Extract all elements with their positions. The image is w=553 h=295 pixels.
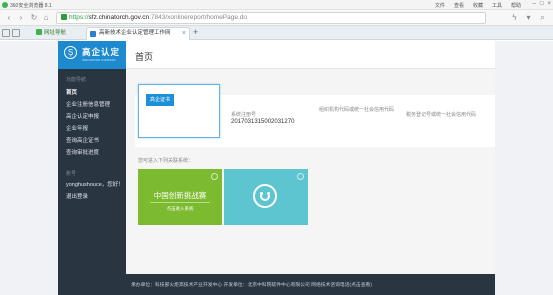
search-icon[interactable]: ⌕ xyxy=(538,13,547,22)
reg-no-value: 2017031315002031270 xyxy=(231,119,295,125)
sidebar-item-application[interactable]: 高企认定申报 xyxy=(66,112,99,120)
card-corner-icon xyxy=(297,173,304,180)
footer-text: 承办单位：科技部火炬高技术产业开发中心 开发单位：北京中科院软件中心有限公司 网… xyxy=(131,283,372,288)
favorite-icon xyxy=(36,29,42,35)
favorite-link[interactable]: 网址导航 xyxy=(36,28,66,36)
nav-group-title: 功能导航 xyxy=(66,77,87,83)
address-bar: ‹ › ↻ ⌂ https://sfz.chinatorch.gov.cn:78… xyxy=(0,10,553,26)
sidebar-item-home[interactable]: 首页 xyxy=(66,88,77,96)
smiley-icon xyxy=(253,184,277,208)
refresh-icon[interactable]: ↻ xyxy=(29,13,39,23)
card-corner-icon xyxy=(211,173,218,180)
dropdown-icon[interactable]: ▾ xyxy=(524,13,533,22)
reg-no-label: 系统注册号 xyxy=(231,112,257,118)
sidebar-item-annual-report[interactable]: 企业年报 xyxy=(66,124,88,132)
browser-title: 360安全浏览器 8.1 xyxy=(10,3,52,9)
browser-logo-icon xyxy=(2,2,8,8)
minimize-icon[interactable]: – xyxy=(533,1,536,7)
tab-title: 高新技术企业认定管理工作网 xyxy=(99,30,171,36)
menu-help[interactable]: 帮助 xyxy=(511,2,521,9)
sidebar-item-registration[interactable]: 企业注册信息管理 xyxy=(66,100,110,108)
page-footer: 承办单位：科技部火炬高技术产业开发中心 开发单位：北京中科院软件中心有限公司 网… xyxy=(126,274,495,295)
innovation-challenge-title: 中国创新挑战赛 xyxy=(153,191,207,200)
main-content: 首页 高企证书 系统注册号 2017031315002031270 组织机构代码… xyxy=(126,41,495,274)
site-favicon-icon xyxy=(90,31,96,37)
sidebar-item-progress[interactable]: 查询审批进度 xyxy=(66,148,99,156)
tab-close-icon[interactable]: × xyxy=(182,28,186,39)
url-input[interactable]: https://sfz.chinatorch.gov.cn:7843/xonli… xyxy=(56,12,486,24)
page-header: 首页 xyxy=(126,41,495,69)
back-icon[interactable]: ‹ xyxy=(4,13,14,23)
close-icon[interactable]: × xyxy=(547,1,551,7)
system-section-label: 您可进入下列关联系统： xyxy=(138,158,194,164)
logo-subtitle: INNOVATION COMPANY xyxy=(82,58,117,62)
certificate-card: 高企证书 xyxy=(138,84,220,138)
user-greeting: yonghushouce，您好！ xyxy=(66,182,124,188)
tab-active[interactable]: 高新技术企业认定管理工作网 × xyxy=(86,27,190,40)
menu-view[interactable]: 查看 xyxy=(454,2,464,9)
browser-title-bar: 360安全浏览器 8.1 文件 查看 收藏 工具 帮助 – □ × xyxy=(0,0,553,10)
tab-bar: 网址导航 高新技术企业认定管理工作网 × + xyxy=(0,26,553,40)
org-code-label: 组织机构代码或统一社会信用代码 xyxy=(319,107,395,113)
logo: Ş 高企认定 INNOVATION COMPANY xyxy=(58,41,126,69)
bookmarks-icon[interactable] xyxy=(12,29,20,37)
menu-file[interactable]: 文件 xyxy=(435,2,445,9)
logo-title: 高企认定 xyxy=(82,47,121,57)
menu-favorites[interactable]: 收藏 xyxy=(473,2,483,9)
innovation-challenge-card[interactable]: 中国创新挑战赛 点击进入系统 xyxy=(138,169,222,225)
logo-icon: Ş xyxy=(64,46,77,59)
certificate-button[interactable]: 高企证书 xyxy=(146,94,174,106)
card-divider xyxy=(150,202,210,203)
window-controls: – □ × xyxy=(533,1,551,7)
linked-system-card[interactable] xyxy=(224,169,308,225)
sidebar-item-certificate[interactable]: 查询高企证书 xyxy=(66,136,99,144)
sidebar-toggle-icon[interactable] xyxy=(2,29,10,37)
lightning-icon[interactable]: ϟ xyxy=(510,13,519,22)
maximize-icon[interactable]: □ xyxy=(540,1,544,7)
account-group-title: 账号 xyxy=(66,171,77,177)
page-title: 首页 xyxy=(135,52,154,62)
menu-tools[interactable]: 工具 xyxy=(492,2,502,9)
address-actions: ϟ ▾ ⌕ xyxy=(510,13,547,22)
new-tab-button[interactable]: + xyxy=(193,27,198,37)
forward-icon[interactable]: › xyxy=(16,13,26,23)
tax-no-label: 税务登记号或统一社会信用代码 xyxy=(406,112,477,118)
home-icon[interactable]: ⌂ xyxy=(41,13,51,23)
enter-system-link[interactable]: 点击进入系统 xyxy=(138,206,222,212)
sidebar: Ş 高企认定 INNOVATION COMPANY 功能导航 首页 企业注册信息… xyxy=(58,41,126,295)
page-viewport: Ş 高企认定 INNOVATION COMPANY 功能导航 首页 企业注册信息… xyxy=(0,41,553,295)
logout-link[interactable]: 退出登录 xyxy=(66,192,88,200)
lock-icon xyxy=(61,14,67,20)
browser-menu: 文件 查看 收藏 工具 帮助 xyxy=(435,2,521,9)
